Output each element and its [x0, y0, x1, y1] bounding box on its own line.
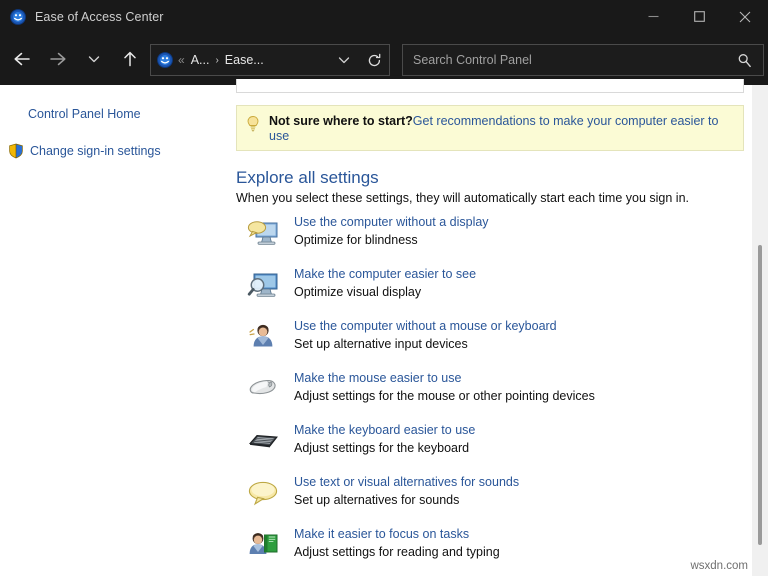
scrollbar-thumb[interactable] — [758, 245, 762, 545]
back-button[interactable] — [4, 41, 40, 77]
mouse-icon — [246, 373, 280, 407]
settings-item-desc: Set up alternative input devices — [294, 337, 468, 351]
page-title: Explore all settings — [236, 168, 379, 187]
settings-item-make-computer-easier-to-see[interactable]: Make the computer easier to see Optimize… — [230, 267, 752, 319]
chevron-down-icon[interactable] — [329, 45, 359, 75]
lightbulb-icon — [245, 115, 261, 133]
refresh-icon[interactable] — [359, 45, 389, 75]
settings-item-desc: Adjust settings for the keyboard — [294, 441, 470, 455]
recent-locations-button[interactable] — [76, 41, 112, 77]
watermark: wsxdn.com — [690, 560, 748, 572]
settings-item-link[interactable]: Make it easier to focus on tasks — [294, 527, 469, 541]
address-bar[interactable]: « A... › Ease... — [150, 44, 390, 76]
settings-item-use-text-or-visual-alternatives-for-sounds[interactable]: Use text or visual alternatives for soun… — [230, 475, 752, 527]
settings-item-make-keyboard-easier-to-use[interactable]: Make the keyboard easier to use Adjust s… — [230, 423, 752, 475]
page-subtitle: When you select these settings, they wil… — [236, 191, 689, 205]
ease-of-access-icon — [10, 8, 26, 25]
vertical-scrollbar[interactable] — [752, 85, 768, 576]
forward-button[interactable] — [40, 41, 76, 77]
ease-of-access-window: Ease of Access Center « A... › Ease... S… — [0, 0, 768, 576]
settings-item-make-mouse-easier-to-use[interactable]: Make the mouse easier to use Adjust sett… — [230, 371, 752, 423]
window-body: Control Panel Home Change sign-in settin… — [0, 79, 768, 576]
settings-item-make-it-easier-to-focus-on-tasks[interactable]: Make it easier to focus on tasks Adjust … — [230, 527, 752, 576]
person-icon — [246, 321, 280, 355]
breadcrumb-separator-icon: › — [215, 54, 219, 66]
sidebar-item-label: Control Panel Home — [28, 107, 141, 121]
minimize-button[interactable] — [630, 0, 676, 33]
settings-item-link[interactable]: Make the keyboard easier to use — [294, 423, 475, 437]
settings-item-desc: Set up alternatives for sounds — [294, 493, 460, 507]
uac-shield-icon — [8, 143, 24, 159]
settings-item-desc: Adjust settings for the mouse or other p… — [294, 389, 595, 403]
breadcrumb-overflow-icon[interactable]: « — [178, 53, 185, 67]
settings-item-use-computer-without-mouse-or-keyboard[interactable]: Use the computer without a mouse or keyb… — [230, 319, 752, 371]
recommendation-banner[interactable]: Not sure where to start?Get recommendati… — [236, 105, 744, 151]
window-title: Ease of Access Center — [35, 9, 164, 24]
settings-item-link[interactable]: Make the computer easier to see — [294, 267, 476, 281]
sidebar-item-label: Change sign-in settings — [30, 144, 161, 158]
breadcrumb-item-2[interactable]: Ease... — [225, 53, 264, 67]
search-icon[interactable] — [731, 53, 757, 68]
address-ease-of-access-icon — [157, 52, 173, 68]
monitor-magnifier-icon — [246, 269, 280, 303]
scrolled-panel-edge — [236, 79, 744, 93]
left-task-pane: Control Panel Home Change sign-in settin… — [0, 85, 230, 576]
settings-item-desc: Adjust settings for reading and typing — [294, 545, 500, 559]
search-box[interactable]: Search Control Panel — [402, 44, 764, 76]
keyboard-icon — [246, 425, 280, 459]
settings-item-link[interactable]: Use the computer without a display — [294, 215, 489, 229]
banner-text: Not sure where to start?Get recommendati… — [269, 114, 743, 144]
settings-item-link[interactable]: Use text or visual alternatives for soun… — [294, 475, 519, 489]
search-input[interactable]: Search Control Panel — [413, 53, 731, 67]
main-content: Not sure where to start?Get recommendati… — [230, 79, 752, 576]
sidebar-item-change-sign-in-settings[interactable]: Change sign-in settings — [8, 142, 161, 160]
maximize-button[interactable] — [676, 0, 722, 33]
breadcrumb-item-1[interactable]: A... — [191, 53, 210, 67]
settings-item-link[interactable]: Use the computer without a mouse or keyb… — [294, 319, 557, 333]
person-book-icon — [246, 529, 280, 563]
settings-item-link[interactable]: Make the mouse easier to use — [294, 371, 461, 385]
banner-question: Not sure where to start? — [269, 114, 413, 128]
close-button[interactable] — [722, 0, 768, 33]
settings-item-desc: Optimize visual display — [294, 285, 422, 299]
settings-list: Use the computer without a display Optim… — [230, 215, 752, 576]
settings-item-desc: Optimize for blindness — [294, 233, 418, 247]
title-bar: Ease of Access Center — [0, 0, 768, 33]
up-button[interactable] — [112, 41, 148, 77]
sidebar-item-control-panel-home[interactable]: Control Panel Home — [28, 105, 141, 123]
settings-item-use-computer-without-display[interactable]: Use the computer without a display Optim… — [230, 215, 752, 267]
speech-bubble-icon — [246, 477, 280, 511]
monitor-speech-icon — [246, 217, 280, 251]
